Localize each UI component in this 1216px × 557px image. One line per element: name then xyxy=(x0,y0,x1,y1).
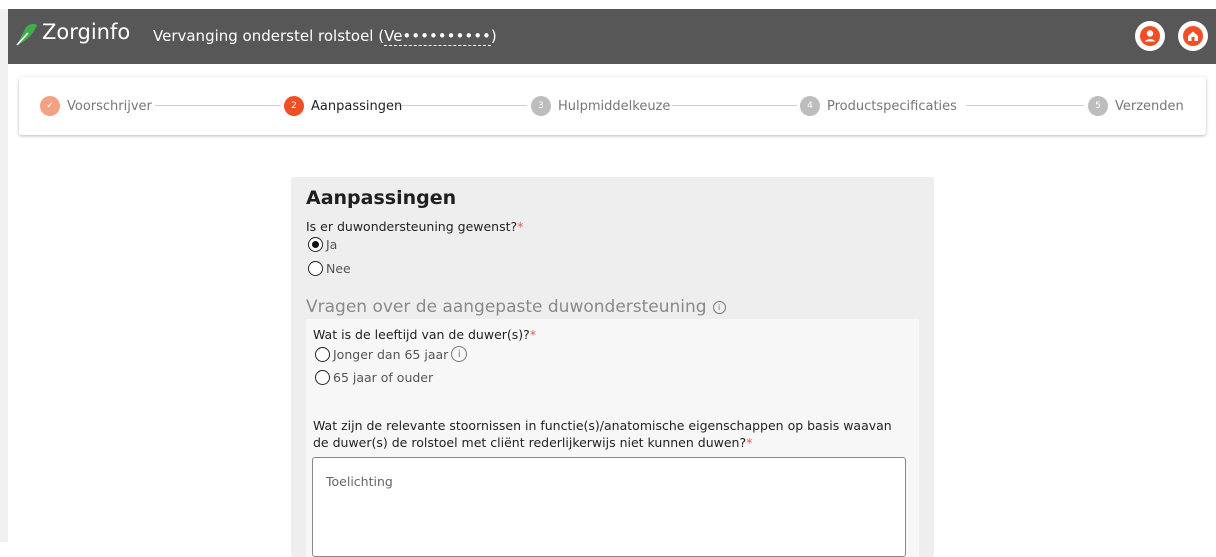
radio-jonger-dan-65[interactable]: Jonger dan 65 jaar i xyxy=(315,346,468,362)
title-close: ) xyxy=(490,27,497,45)
step-label: Voorschrijver xyxy=(67,98,152,114)
section-title-text: Vragen over de aangepaste duwondersteuni… xyxy=(306,297,707,317)
user-button[interactable] xyxy=(1135,21,1165,51)
required-marker: * xyxy=(529,327,537,342)
step-connector xyxy=(966,105,1084,106)
document-title: Vervanging onderstel rolstoel (Ve•••••••… xyxy=(153,27,497,46)
radio-unchecked-icon[interactable] xyxy=(308,261,323,276)
toelichting-textarea[interactable]: Toelichting xyxy=(312,457,906,557)
step-connector xyxy=(397,105,527,106)
radio-65-of-ouder[interactable]: 65 jaar of ouder xyxy=(315,370,433,385)
home-icon xyxy=(1183,26,1203,46)
info-icon[interactable]: i xyxy=(712,300,726,314)
step-number: 3 xyxy=(531,96,551,116)
question-leeftijd: Wat is de leeftijd van de duwer(s)?* xyxy=(313,327,536,342)
question-duwondersteuning: Is er duwondersteuning gewenst?* xyxy=(306,219,523,234)
radio-ja[interactable]: Ja xyxy=(308,237,337,252)
progress-stepper: ✓ Voorschrijver 2 Aanpassingen 3 Hulpmid… xyxy=(19,77,1206,135)
info-icon[interactable]: i xyxy=(451,346,468,362)
radio-label: Nee xyxy=(326,261,351,276)
section-title: Vragen over de aangepaste duwondersteuni… xyxy=(306,297,726,317)
step-connector xyxy=(672,105,797,106)
step-connector xyxy=(155,105,281,106)
question-label-line1: Wat zijn de relevante stoornissen in fun… xyxy=(313,418,892,433)
question-label: Wat is de leeftijd van de duwer(s)? xyxy=(313,327,530,342)
step-label: Hulpmiddelkeuze xyxy=(558,98,671,114)
required-marker: * xyxy=(746,435,753,450)
radio-unchecked-icon[interactable] xyxy=(315,370,330,385)
home-button[interactable] xyxy=(1178,21,1208,51)
radio-label: 65 jaar of ouder xyxy=(333,370,434,385)
radio-checked-icon[interactable] xyxy=(308,237,323,252)
textarea-placeholder: Toelichting xyxy=(326,474,393,489)
radio-label: Jonger dan 65 jaar xyxy=(333,346,449,362)
step-verzenden[interactable]: 5 Verzenden xyxy=(1088,96,1184,116)
brand-name[interactable]: Zorginfo xyxy=(42,20,130,44)
app-header: Zorginfo Vervanging onderstel rolstoel (… xyxy=(8,9,1216,64)
left-edge xyxy=(0,9,8,542)
step-number: 4 xyxy=(800,96,820,116)
step-aanpassingen[interactable]: 2 Aanpassingen xyxy=(284,96,402,116)
question-label: Is er duwondersteuning gewenst? xyxy=(306,219,518,234)
top-strip xyxy=(0,0,1216,9)
step-number: 2 xyxy=(284,96,304,116)
question-stoornissen: Wat zijn de relevante stoornissen in fun… xyxy=(313,417,892,451)
check-icon: ✓ xyxy=(40,96,60,116)
step-hulpmiddelkeuze[interactable]: 3 Hulpmiddelkeuze xyxy=(531,96,670,116)
client-reference[interactable]: Ve•••••••••• xyxy=(384,27,491,46)
step-number: 5 xyxy=(1088,96,1108,116)
radio-label: Ja xyxy=(326,237,338,252)
step-label: Aanpassingen xyxy=(311,98,403,114)
form-title: Aanpassingen xyxy=(306,187,457,209)
radio-unchecked-icon[interactable] xyxy=(315,346,330,362)
duwondersteuning-subsection: Wat is de leeftijd van de duwer(s)?* Jon… xyxy=(306,319,919,557)
user-circle-icon xyxy=(1140,26,1160,46)
zorginfo-logo-icon[interactable] xyxy=(14,23,38,47)
step-label: Verzenden xyxy=(1115,98,1184,114)
aanpassingen-form: Aanpassingen Is er duwondersteuning gewe… xyxy=(291,177,934,557)
title-text: Vervanging onderstel rolstoel ( xyxy=(153,27,385,45)
step-label: Productspecificaties xyxy=(827,98,957,114)
step-productspecificaties[interactable]: 4 Productspecificaties xyxy=(800,96,957,116)
required-marker: * xyxy=(517,219,524,234)
radio-nee[interactable]: Nee xyxy=(308,261,351,276)
question-label-line2: de duwer(s) de rolstoel met cliënt reder… xyxy=(313,435,747,450)
step-voorschrijver[interactable]: ✓ Voorschrijver xyxy=(40,96,152,116)
